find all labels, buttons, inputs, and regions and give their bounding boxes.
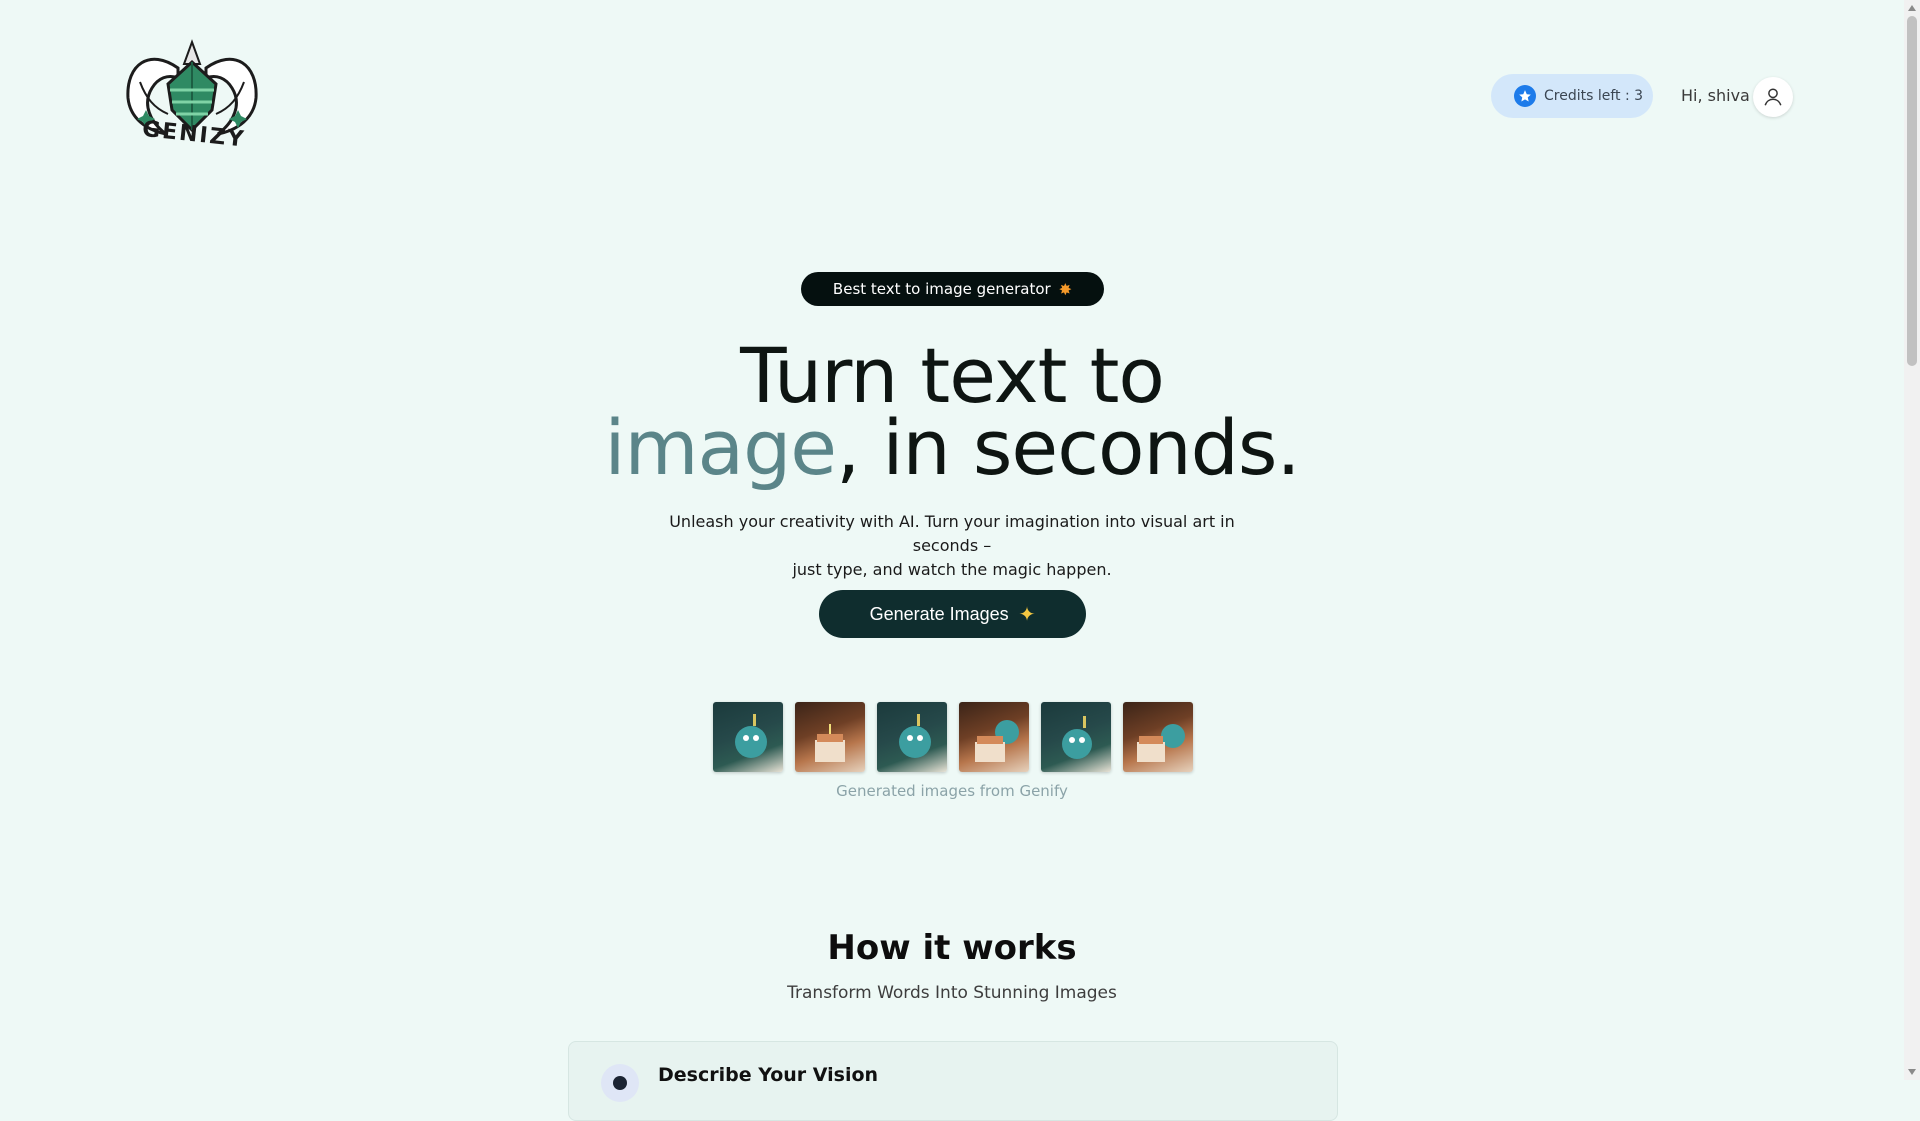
sample-image-thumbnail[interactable] [713, 702, 783, 772]
hero-subtitle-line2: just type, and watch the magic happen. [792, 560, 1112, 579]
scroll-down-arrow-icon[interactable] [1908, 1069, 1916, 1075]
genizy-logo[interactable]: GENIZY [120, 38, 264, 162]
hero-badge-label: Best text to image generator [832, 280, 1051, 298]
scrollbar-thumb[interactable] [1907, 16, 1917, 366]
user-greeting: Hi, shiva [1681, 86, 1750, 105]
scroll-up-arrow-icon[interactable] [1908, 5, 1916, 11]
hero-subtitle-line1: Unleash your creativity with AI. Turn yo… [669, 512, 1235, 555]
sparkle-icon: ✸ [1058, 279, 1073, 299]
hero-title: Turn text to image, in seconds. [560, 338, 1344, 486]
hero-badge: Best text to image generator ✸ [801, 272, 1104, 306]
page: GENIZY Credits left : 3 Hi, shiva Best t… [0, 0, 1904, 1121]
star-icon [1514, 85, 1536, 107]
step-title: Describe Your Vision [658, 1064, 879, 1086]
user-icon [1764, 88, 1782, 106]
user-avatar-button[interactable] [1753, 77, 1793, 117]
generate-images-label: Generate Images [869, 603, 1009, 624]
thumbnails-caption: Generated images from Genify [836, 782, 1068, 800]
how-it-works-title: How it works [827, 928, 1077, 968]
sample-image-thumbnail[interactable] [877, 702, 947, 772]
how-it-works-subtitle: Transform Words Into Stunning Images [787, 983, 1117, 1003]
step-card: Describe Your Vision [568, 1041, 1338, 1121]
hero-title-accent: image [604, 403, 837, 492]
sample-image-thumbnail[interactable] [959, 702, 1029, 772]
credits-badge[interactable]: Credits left : 3 [1491, 74, 1653, 118]
sample-image-thumbnail[interactable] [1123, 702, 1193, 772]
sample-image-thumbnail[interactable] [1041, 702, 1111, 772]
generate-images-button[interactable]: Generate Images ✦ [819, 590, 1086, 638]
hero-subtitle: Unleash your creativity with AI. Turn yo… [660, 510, 1244, 582]
credits-label: Credits left : 3 [1544, 88, 1644, 104]
sample-images-row [713, 702, 1193, 772]
step-icon [601, 1064, 639, 1102]
page-scrollbar[interactable] [1904, 0, 1920, 1080]
sample-image-thumbnail[interactable] [795, 702, 865, 772]
sparkles-icon: ✦ [1018, 603, 1036, 626]
hero-title-rest: , in seconds. [836, 403, 1301, 492]
